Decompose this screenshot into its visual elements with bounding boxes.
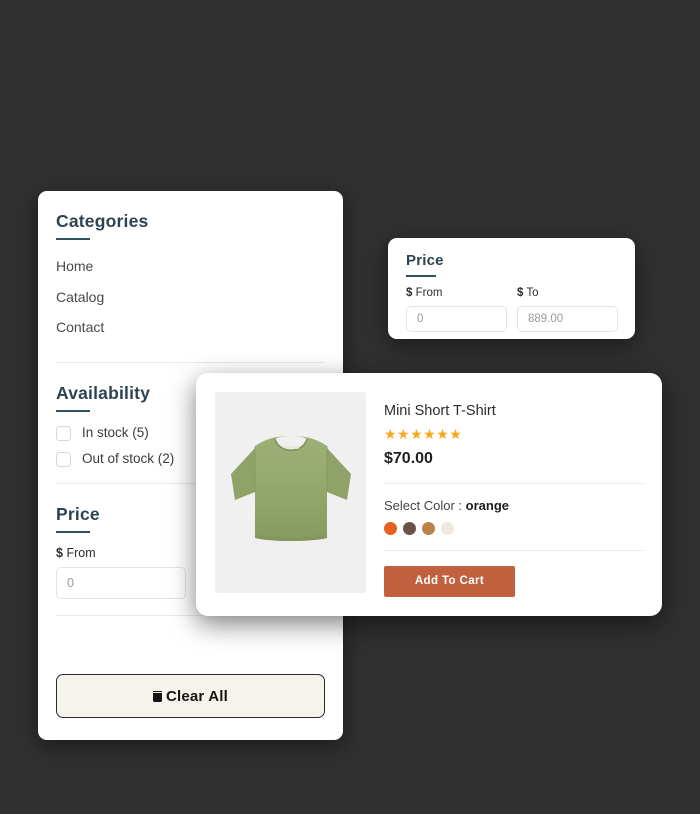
clear-all-wrapper: Clear All [56, 674, 325, 718]
price-from-currency: $ [56, 545, 63, 560]
price-popup-from-label: $ From [406, 287, 507, 300]
clear-all-label: Clear All [165, 687, 229, 705]
price-popup-to-group: $ To [517, 287, 618, 332]
product-image[interactable] [215, 392, 366, 593]
price-popup-heading-rule [406, 275, 436, 277]
price-popup-to-label: $ To [517, 287, 618, 300]
checkbox-in-stock[interactable] [56, 425, 71, 441]
color-swatch-orange[interactable] [384, 521, 397, 535]
product-card: Mini Short T-Shirt ★★★★★★ $70.00 Select … [196, 373, 662, 616]
price-popup-fields: $ From $ To [406, 287, 618, 332]
product-info: Mini Short T-Shirt ★★★★★★ $70.00 Select … [366, 392, 643, 597]
color-swatch-list [384, 521, 643, 535]
price-from-label: $ From [56, 545, 186, 560]
price-popup-to-input[interactable] [517, 305, 618, 332]
color-swatch-dark-brown[interactable] [403, 521, 416, 535]
select-color-label: Select Color : orange [384, 499, 643, 512]
trash-icon [152, 690, 162, 702]
product-rating-stars: ★★★★★★ [384, 426, 463, 443]
price-popup-to-currency: $ [517, 287, 524, 299]
price-popup-from-input[interactable] [406, 305, 507, 332]
color-swatch-tan[interactable] [422, 521, 435, 535]
price-popup-body: Price $ From $ To [388, 238, 635, 332]
categories-heading-rule [56, 238, 90, 240]
category-item-contact[interactable]: Contact [56, 315, 325, 346]
price-from-input[interactable] [56, 567, 186, 599]
product-price: $70.00 [384, 450, 433, 468]
selected-color-value: orange [465, 497, 510, 513]
price-from-group: $ From [56, 545, 186, 599]
tshirt-illustration [230, 435, 351, 541]
checkbox-out-of-stock-label: Out of stock (2) [82, 451, 175, 467]
price-popup-card: Price $ From $ To [388, 238, 635, 339]
add-to-cart-button[interactable]: Add To Cart [384, 565, 515, 597]
price-popup-heading: Price [406, 252, 444, 269]
price-heading-rule [56, 530, 90, 533]
price-popup-from-group: $ From [406, 287, 507, 332]
color-swatch-cream[interactable] [441, 521, 454, 535]
price-popup-from-label-text: From [415, 287, 443, 299]
category-list: Home Catalog Contact [56, 254, 325, 346]
product-divider [384, 482, 643, 484]
product-title: Mini Short T-Shirt [384, 403, 496, 419]
category-item-home[interactable]: Home [56, 254, 325, 285]
checkbox-out-of-stock[interactable] [56, 451, 71, 467]
availability-heading-rule [56, 409, 90, 412]
price-popup-from-currency: $ [406, 287, 413, 299]
clear-all-button[interactable]: Clear All [56, 674, 325, 718]
categories-heading: Categories [56, 211, 149, 231]
product-divider-2 [384, 549, 643, 551]
price-popup-to-label-text: To [526, 287, 539, 299]
checkbox-in-stock-label: In stock (5) [82, 425, 149, 441]
select-color-label-text: Select Color : [384, 497, 463, 513]
category-item-catalog[interactable]: Catalog [56, 285, 325, 316]
price-from-label-text: From [66, 545, 96, 560]
